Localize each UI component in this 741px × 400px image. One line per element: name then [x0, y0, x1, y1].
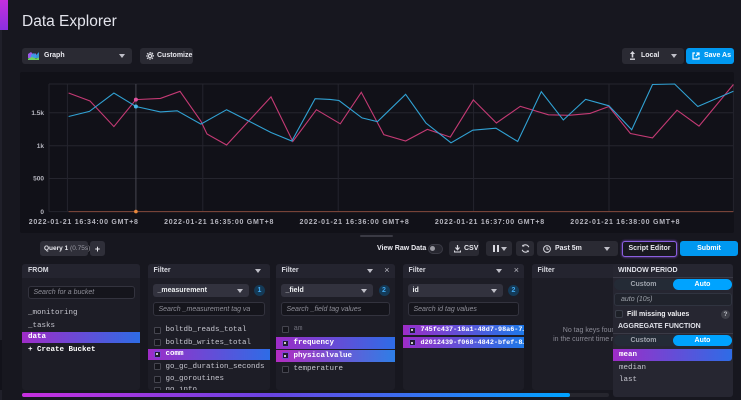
svg-text:2022-01-21 16:38:00 GMT+8: 2022-01-21 16:38:00 GMT+8: [570, 219, 680, 226]
svg-text:2022-01-21 16:37:00 GMT+8: 2022-01-21 16:37:00 GMT+8: [435, 219, 545, 226]
svg-text:2022-01-21 16:36:00 GMT+8: 2022-01-21 16:36:00 GMT+8: [300, 219, 410, 226]
svg-text:2022-01-21 16:35:00 GMT+8: 2022-01-21 16:35:00 GMT+8: [164, 219, 274, 226]
svg-text:0: 0: [40, 209, 44, 216]
svg-text:500: 500: [33, 176, 44, 183]
svg-text:1.5k: 1.5k: [31, 110, 44, 117]
svg-text:2022-01-21 16:34:00 GMT+8: 2022-01-21 16:34:00 GMT+8: [29, 219, 139, 226]
svg-text:1k: 1k: [37, 143, 45, 150]
